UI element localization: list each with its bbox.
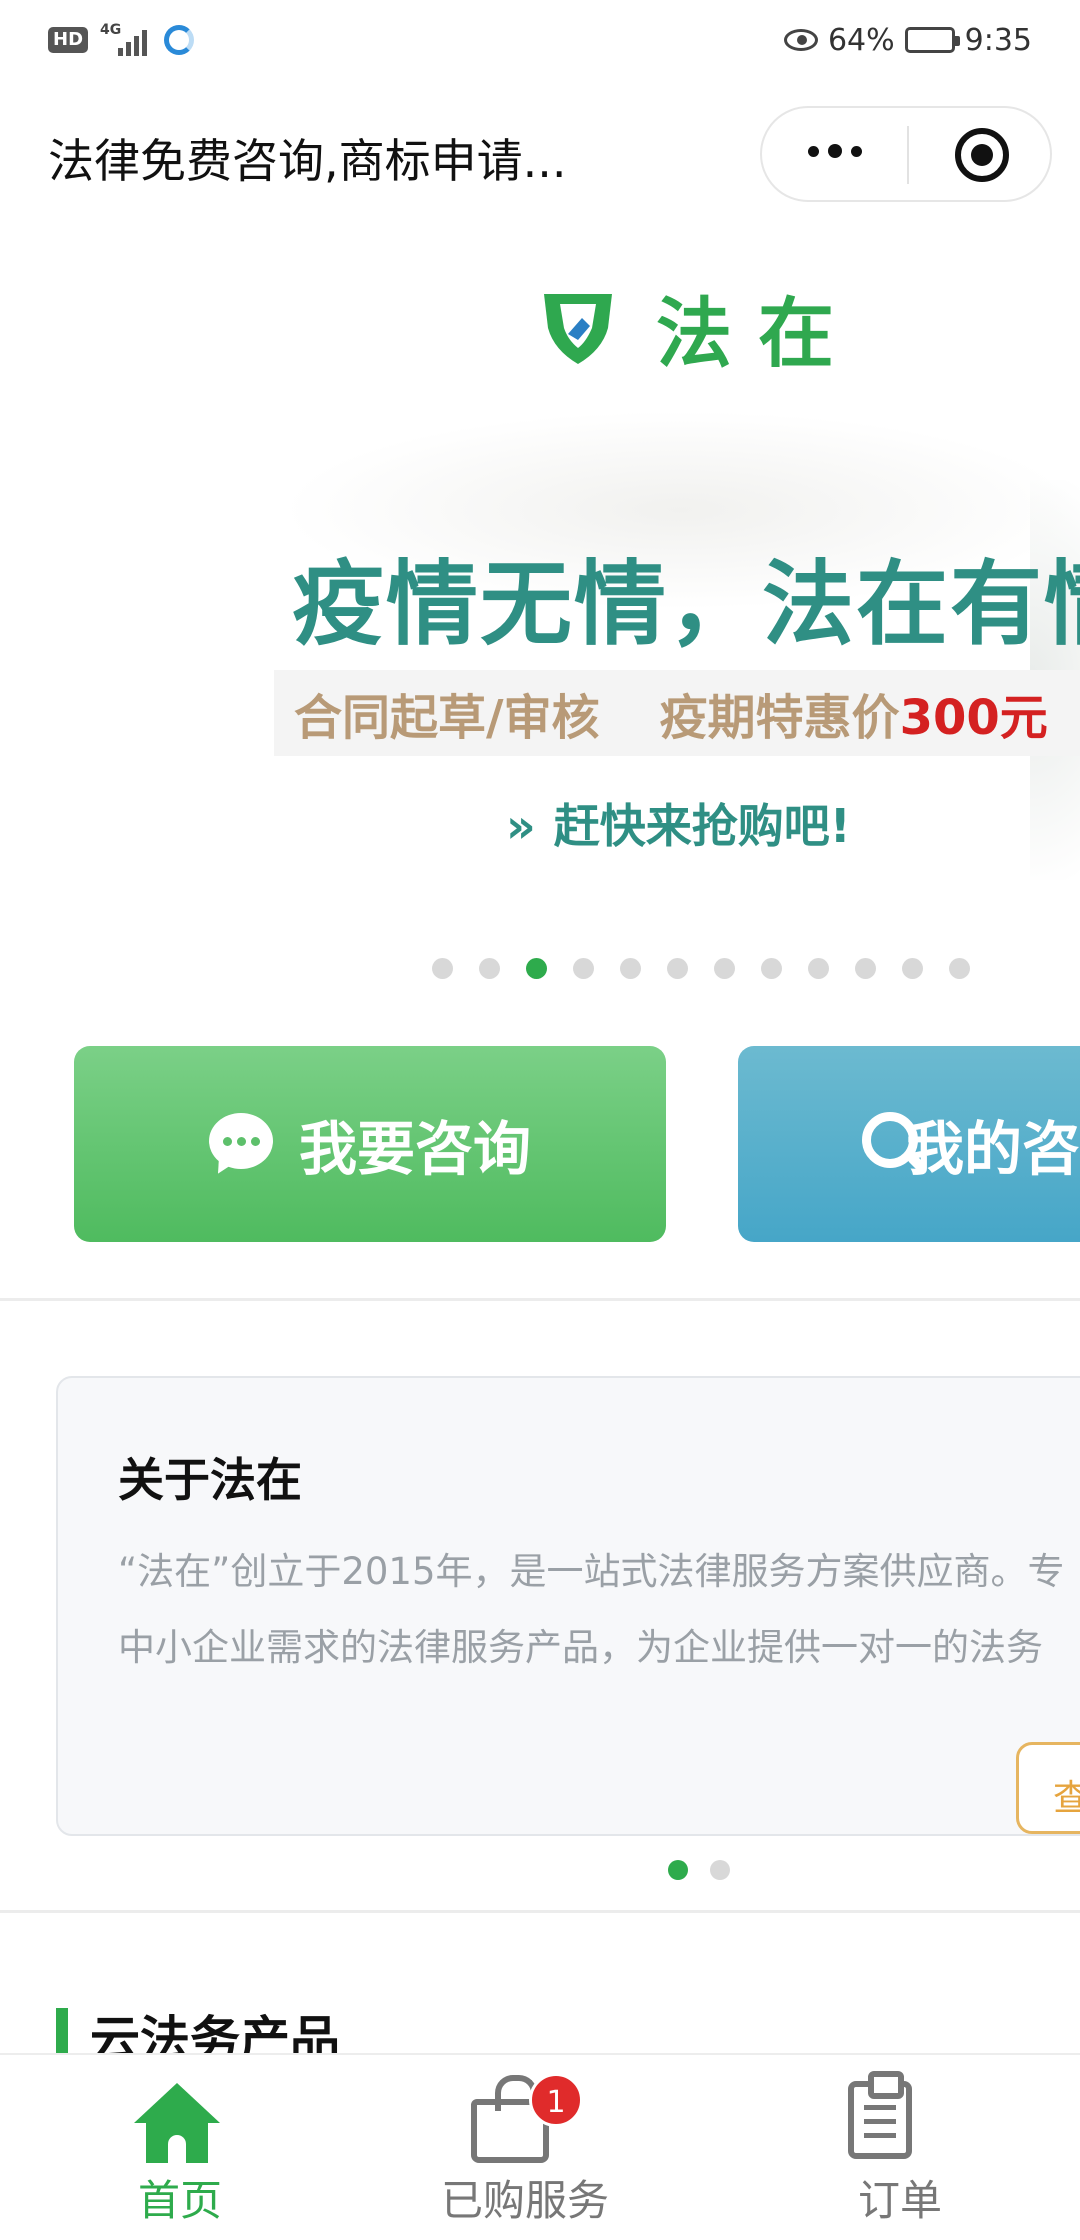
capsule-divider: [907, 126, 909, 184]
tab-orders-label: 订单: [857, 2176, 942, 2225]
home-icon: [134, 2083, 220, 2163]
promo-banner[interactable]: 法在 疫情无情，法在有情 合同起草/审核 疫期特惠价 300元 » 赶快来抢购吧!: [0, 230, 1080, 1010]
banner-headline: 疫情无情，法在有情: [292, 551, 1080, 658]
banner-cta-text: 赶快来抢购吧!: [553, 799, 851, 853]
double-chevron-right-icon: »: [506, 799, 536, 853]
notification-badge: 1: [529, 2073, 583, 2127]
clipboard-icon: [848, 2071, 912, 2159]
status-left: HD 4G: [48, 20, 195, 60]
banner-dot: [855, 958, 876, 979]
banner-dot: [902, 958, 923, 979]
banner-dot: [479, 958, 500, 979]
banner-cta: » 赶快来抢购吧!: [506, 790, 851, 856]
tab-purchased-services[interactable]: 1 已购服务: [345, 2055, 705, 2240]
hd-badge: HD: [48, 27, 89, 53]
app-notification-icon: [164, 25, 195, 55]
capsule-menu: [760, 106, 1052, 202]
consult-button[interactable]: 我要咨询: [74, 1046, 666, 1242]
banner-dot: [432, 958, 453, 979]
banner-pagination: [432, 958, 970, 979]
banner-dot: [714, 958, 735, 979]
signal-icon: 4G: [100, 22, 152, 58]
about-line-1: “法在”创立于2015年，是一站式法律服务方案供应商。专: [118, 1550, 1065, 1593]
page-title: 法律免费咨询,商标申请...: [48, 134, 567, 188]
promo-service: 合同起草/审核: [294, 690, 600, 746]
my-consultations-label: 我的咨询: [905, 1115, 1080, 1183]
about-line-2: 中小企业需求的法律服务产品，为企业提供一对一的法务: [118, 1626, 1043, 1669]
tab-home-label: 首页: [137, 2176, 222, 2225]
brand-name: 法在: [656, 289, 860, 378]
close-miniprogram-icon[interactable]: [955, 128, 1009, 182]
status-right: 64% 9:35: [783, 18, 1032, 62]
eye-comfort-icon: [783, 29, 818, 51]
battery-icon: [904, 27, 960, 53]
status-bar: HD 4G 64% 9:35: [0, 0, 1080, 80]
section-divider: [0, 1298, 1080, 1301]
tab-orders[interactable]: 订单: [720, 2055, 1080, 2240]
battery-percent: 64%: [827, 22, 895, 58]
banner-dot: [573, 958, 594, 979]
search-icon: [862, 1112, 929, 1176]
more-icon[interactable]: [808, 144, 862, 158]
consult-button-label: 我要咨询: [298, 1115, 531, 1183]
banner-dot: [949, 958, 970, 979]
banner-promo-line: 合同起草/审核 疫期特惠价 300元: [274, 670, 1080, 756]
my-consultations-button[interactable]: 我的咨询: [738, 1046, 1080, 1242]
about-pagination: [668, 1860, 730, 1880]
tab-purchased-label: 已购服务: [440, 2176, 609, 2225]
banner-dot: [620, 958, 641, 979]
promo-price: 300元: [899, 690, 1048, 746]
tab-home[interactable]: 首页: [0, 2055, 360, 2240]
banner-dot: [808, 958, 829, 979]
about-card[interactable]: 关于法在 “法在”创立于2015年，是一站式法律服务方案供应商。专 中小企业需求…: [56, 1376, 1080, 1836]
about-title: 关于法在: [118, 1453, 302, 1507]
title-bar: 法律免费咨询,商标申请...: [0, 80, 1080, 230]
clock: 9:35: [964, 22, 1032, 58]
chat-bubble-icon: [208, 1113, 273, 1179]
view-details-button[interactable]: 查看: [1016, 1742, 1080, 1834]
banner-dot: [526, 958, 547, 979]
bottom-tab-bar: 首页 1 已购服务 订单: [0, 2053, 1080, 2240]
app-screen: HD 4G 64% 9:35 法律免费咨询,商标申请... 法在 疫情无情，法在…: [0, 0, 1080, 2240]
shield-logo-icon: [544, 294, 612, 364]
promo-label: 疫期特惠价: [659, 690, 900, 746]
about-description: “法在”创立于2015年，是一站式法律服务方案供应商。专 中小企业需求的法律服务…: [118, 1534, 1080, 1686]
banner-dot: [667, 958, 688, 979]
banner-dot: [761, 958, 782, 979]
brand-logo: 法在: [538, 272, 860, 382]
section-divider: [0, 1910, 1080, 1913]
